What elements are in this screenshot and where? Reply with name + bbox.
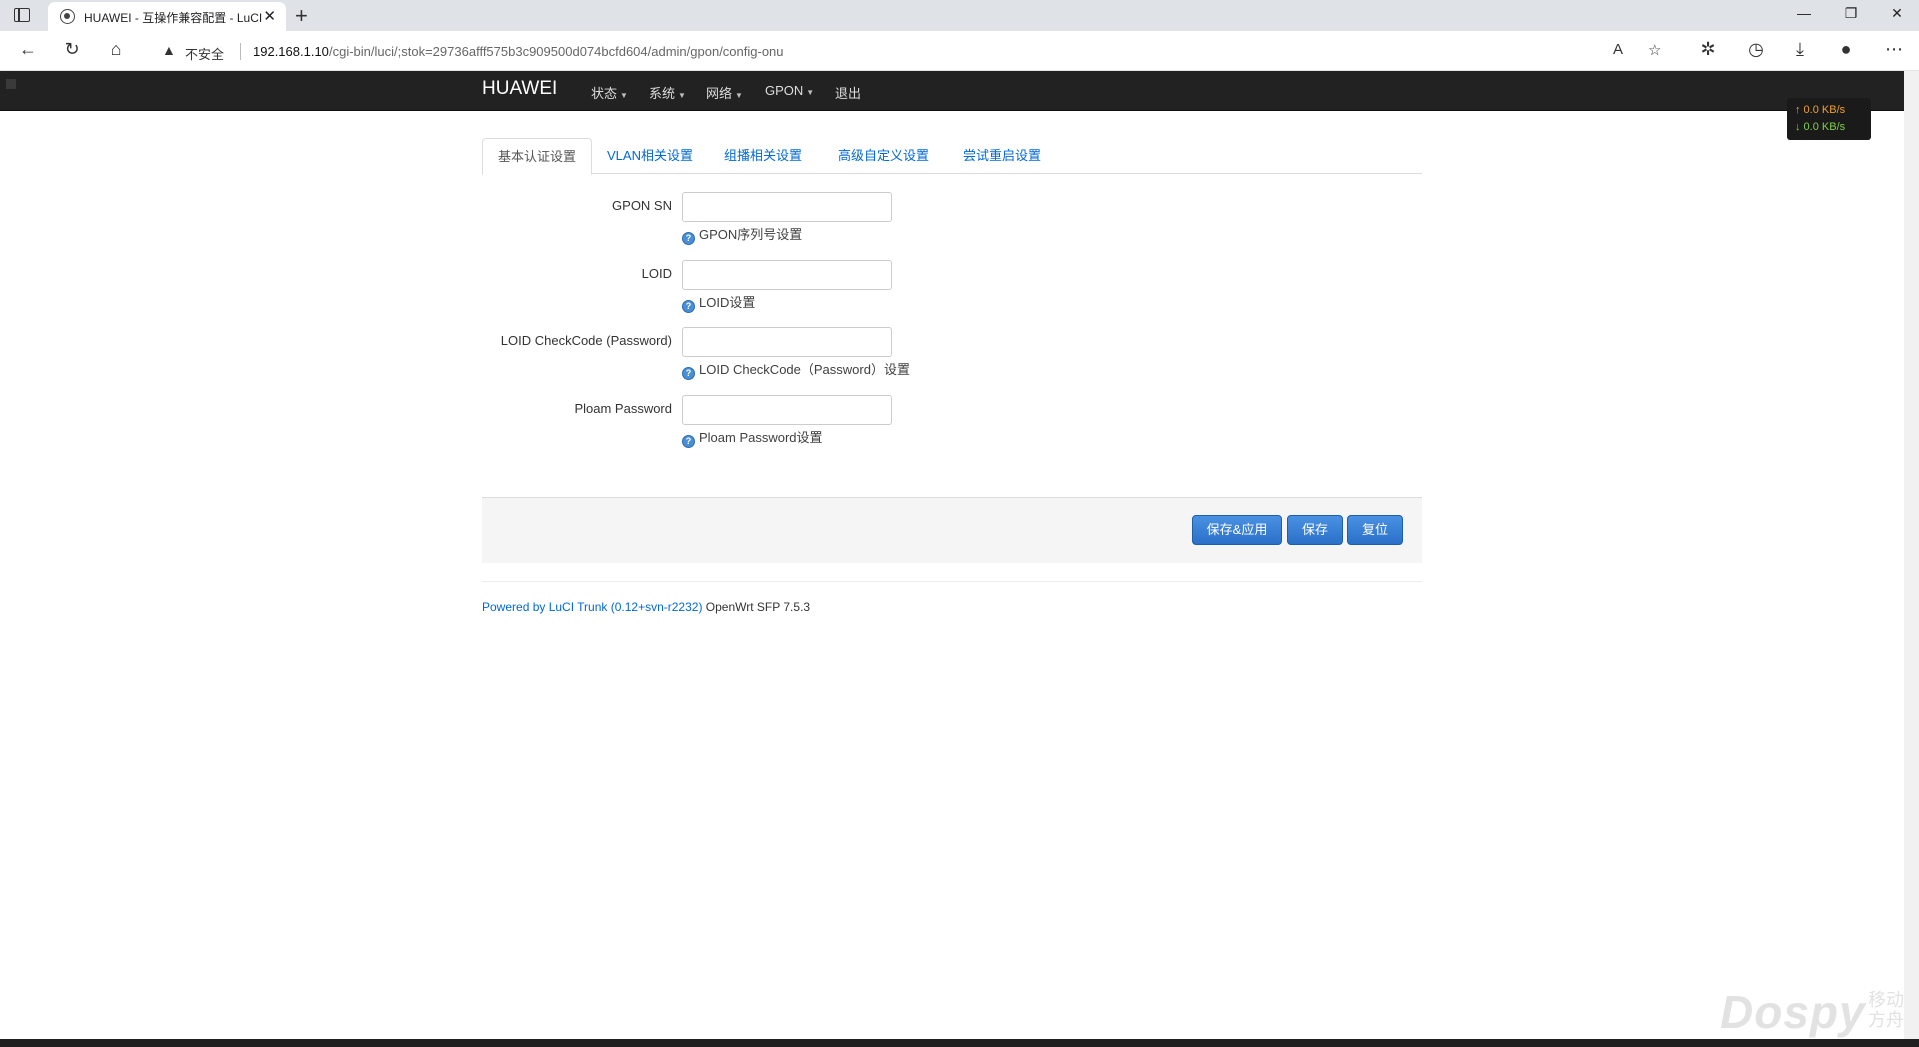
main-content: 基本认证设置 VLAN相关设置 组播相关设置 高级自定义设置 尝试重启设置 GP… xyxy=(482,138,1422,448)
nav-item-logout[interactable]: 退出 xyxy=(835,83,861,102)
loid-label: LOID xyxy=(641,266,672,281)
browser-tab-active[interactable]: HUAWEI - 互操作兼容配置 - LuCI ✕ xyxy=(48,2,286,31)
back-icon[interactable]: ← xyxy=(16,39,40,60)
caret-down-icon: ▼ xyxy=(735,91,743,100)
tab-multicast[interactable]: 组播相关设置 xyxy=(709,138,817,174)
openwrt-version: OpenWrt SFP 7.5.3 xyxy=(705,600,811,614)
favicon-icon xyxy=(60,9,75,24)
network-speed-widget: ↑ 0.0 KB/s ↓ 0.0 KB/s xyxy=(1787,98,1871,140)
watermark-logo: Dospy xyxy=(1720,986,1866,1038)
page-footer: Powered by LuCI Trunk (0.12+svn-r2232) O… xyxy=(482,600,810,614)
home-icon[interactable]: ⌂ xyxy=(104,39,128,60)
nav-item-system[interactable]: 系统 ▼ xyxy=(649,83,686,102)
caret-down-icon: ▼ xyxy=(678,91,686,100)
loid-input[interactable] xyxy=(682,260,892,290)
brand-logo[interactable]: HUAWEI xyxy=(482,78,557,100)
ploam-password-help: ? Ploam Password设置 xyxy=(682,427,823,448)
tab-title: HUAWEI - 互操作兼容配置 - LuCI xyxy=(84,11,263,25)
favorite-star-icon[interactable]: ☆ xyxy=(1648,41,1661,59)
url-host[interactable]: 192.168.1.10 xyxy=(253,44,329,59)
nav-item-gpon[interactable]: GPON ▼ xyxy=(765,83,814,98)
save-apply-button[interactable]: 保存&应用 xyxy=(1192,515,1282,545)
minimize-icon[interactable]: — xyxy=(1794,5,1814,21)
download-icon[interactable]: ⤓ xyxy=(1788,39,1812,60)
close-window-icon[interactable]: ✕ xyxy=(1887,5,1907,22)
tab-actions-icon[interactable] xyxy=(14,8,30,22)
caret-down-icon: ▼ xyxy=(806,88,815,97)
help-icon: ? xyxy=(682,300,695,313)
help-icon: ? xyxy=(682,232,695,245)
insecure-label[interactable]: 不安全 xyxy=(185,44,224,63)
config-tabs: 基本认证设置 VLAN相关设置 组播相关设置 高级自定义设置 尝试重启设置 xyxy=(482,138,1422,175)
loid-checkcode-input[interactable] xyxy=(682,327,892,357)
url-separator xyxy=(240,43,241,60)
help-icon: ? xyxy=(682,367,695,380)
profile-avatar-icon[interactable]: ● xyxy=(1834,39,1858,60)
footer-divider xyxy=(482,581,1422,582)
warning-icon[interactable]: ▲ xyxy=(162,42,176,58)
tab-basic-auth[interactable]: 基本认证设置 xyxy=(482,138,593,175)
luci-navbar: HUAWEI 状态 ▼ 系统 ▼ 网络 ▼ GPON ▼ 退出 xyxy=(0,71,1904,111)
watermark-cn: 移动方舟 xyxy=(1868,990,1904,1030)
loid-checkcode-label: LOID CheckCode (Password) xyxy=(500,333,672,348)
browser-toolbar: ← ↻ ⌂ ▲ 不安全 192.168.1.10 /cgi-bin/luci/;… xyxy=(0,31,1919,71)
ploam-password-label: Ploam Password xyxy=(574,401,672,416)
download-speed: ↓ 0.0 KB/s xyxy=(1795,121,1846,133)
gpon-sn-label: GPON SN xyxy=(612,198,672,213)
restore-icon[interactable]: ❐ xyxy=(1841,5,1861,22)
caret-down-icon: ▼ xyxy=(620,91,628,100)
tab-vlan[interactable]: VLAN相关设置 xyxy=(592,138,708,174)
close-tab-icon[interactable]: ✕ xyxy=(263,7,276,25)
extensions-icon[interactable]: ✲ xyxy=(1696,39,1720,60)
tab-advanced[interactable]: 高级自定义设置 xyxy=(823,138,944,174)
url-path[interactable]: /cgi-bin/luci/;stok=29736afff575b3c90950… xyxy=(329,44,784,59)
refresh-icon[interactable]: ↻ xyxy=(60,39,84,60)
os-taskbar xyxy=(0,1039,1919,1047)
save-button[interactable]: 保存 xyxy=(1287,515,1343,545)
ploam-password-input[interactable] xyxy=(682,395,892,425)
navbar-stub xyxy=(6,79,16,89)
page-scrollbar[interactable] xyxy=(1904,71,1919,1039)
history-icon[interactable]: ◷ xyxy=(1744,39,1768,60)
form-actions: 保存&应用 保存 复位 xyxy=(482,497,1422,563)
nav-item-network[interactable]: 网络 ▼ xyxy=(706,83,743,102)
more-menu-icon[interactable]: ⋯ xyxy=(1882,39,1906,60)
loid-help: ? LOID设置 xyxy=(682,292,755,313)
browser-tab-strip: HUAWEI - 互操作兼容配置 - LuCI ✕ + — ❐ ✕ xyxy=(0,0,1919,31)
nav-item-status[interactable]: 状态 ▼ xyxy=(591,83,628,102)
tab-restart[interactable]: 尝试重启设置 xyxy=(948,138,1056,174)
gpon-sn-input[interactable] xyxy=(682,192,892,222)
loid-checkcode-help: ? LOID CheckCode（Password）设置 xyxy=(682,359,910,380)
upload-speed: ↑ 0.0 KB/s xyxy=(1795,104,1846,116)
help-icon: ? xyxy=(682,435,695,448)
new-tab-button[interactable]: + xyxy=(295,3,308,29)
address-bar[interactable]: ▲ 不安全 192.168.1.10 /cgi-bin/luci/;stok=2… xyxy=(148,35,1661,67)
luci-powered-link[interactable]: Powered by LuCI Trunk (0.12+svn-r2232) xyxy=(482,600,702,614)
reset-button[interactable]: 复位 xyxy=(1347,515,1403,545)
gpon-sn-help: ? GPON序列号设置 xyxy=(682,224,802,245)
read-aloud-icon[interactable]: A xyxy=(1613,41,1623,58)
